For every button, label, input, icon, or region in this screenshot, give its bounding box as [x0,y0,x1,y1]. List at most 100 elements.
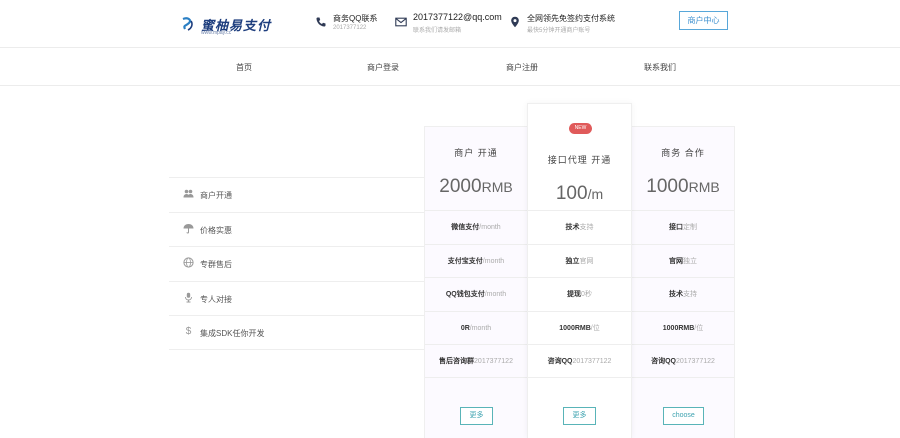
qq-contact-label: 商务QQ联系 [333,14,378,23]
plan-price-value: 1000 [646,176,689,197]
plan-price-unit: RMB [481,179,513,195]
plan-row-sub: /month [469,324,492,332]
plan-row-main: 售后咨询群 [439,358,475,365]
feature-label: 专人对接 [200,294,232,304]
plan-choose-button[interactable]: choose [663,407,704,425]
plan-row-sub: /位 [590,324,600,332]
plan-row-main: 咨询QQ [651,358,676,365]
plan-row-sub: /month [484,291,507,298]
plan-card-merchant: 商户 开通 2000RMB 微信支付/month 支付宝支付/month QQ钱… [424,126,528,438]
slogan-title: 全网领先免签约支付系统 [527,14,615,23]
plan-row-sub: 定制 [683,224,697,231]
plan-row: 售后咨询群2017377122 [425,344,527,378]
plan-row: 支付宝支付/month [425,243,527,278]
plan-row-main: 微信支付 [451,224,480,231]
plan-row-sub: 2017377122 [474,358,513,365]
site-header: 蜜柚易支付 www.mpay.cc 商务QQ联系 2017377122 2017… [0,0,900,48]
plan-row-main: 咨询QQ [547,358,573,365]
feature-label: 商户开通 [200,191,232,200]
person-icon [185,292,192,302]
new-badge: NEW [569,123,592,134]
plan-price: 1000RMB [632,176,734,198]
slogan-subtitle: 最快5分钟开通商户账号 [527,28,591,34]
plan-card-agent: NEW 接口代理 开通 100/m 技术支持 独立官网 提现0秒 1000RMB… [527,103,632,438]
mail-icon [395,17,407,27]
plan-row-main: 0R [460,324,470,332]
site-logo[interactable]: 蜜柚易支付 www.mpay.cc [180,14,270,36]
plan-row: 技术支持 [528,210,631,244]
qq-contact-value: 2017377122 [333,25,367,31]
plan-row: 咨询QQ2017377122 [528,344,631,378]
plan-row: 提现0秒 [528,277,631,311]
plan-row-main: QQ钱包支付 [445,291,485,298]
plan-price: 2000RMB [425,176,527,198]
feature-item: 价格实惠 [169,211,424,247]
merchant-center-button[interactable]: 商户中心 [679,11,728,30]
plan-row-sub: /位 [694,324,704,332]
feature-item: $ 集成SDK任你开发 [169,315,424,350]
plan-row-main: 技术 [565,224,580,231]
plan-row-sub: 支持 [579,224,594,231]
plan-row: 接口定制 [632,210,734,244]
plan-row-sub: /month [479,224,501,231]
plan-row: 微信支付/month [425,210,527,244]
plan-row-main: 技术 [669,291,683,298]
plan-row-main: 1000RMB [662,324,695,332]
plan-row: 1000RMB/位 [528,310,631,345]
plan-row: 独立官网 [528,243,631,278]
plan-price-unit: /m [587,186,604,202]
plan-row-sub: 支持 [683,291,697,298]
plan-row-sub: 官网 [579,257,594,265]
plan-row-sub: 0秒 [581,291,592,298]
feature-item: 商户开通 [169,177,424,212]
plan-row: QQ钱包支付/month [425,277,527,311]
plan-row: 1000RMB/位 [632,310,734,345]
plan-row-main: 接口 [669,224,683,231]
plan-row: 咨询QQ2017377122 [632,344,734,378]
plan-row-sub: 2017377122 [675,358,715,365]
nav-item-contact-us[interactable]: 联系我们 [644,62,676,73]
plan-price-value: 2000 [439,176,482,197]
plan-row-sub: /month [482,257,505,265]
plan-row-sub: 独立 [683,257,697,265]
plan-row-main: 支付宝支付 [447,257,483,265]
plan-row-main: 1000RMB [559,324,591,332]
plan-row: 0R/month [425,310,527,345]
plan-row-main: 官网 [669,257,683,265]
users-icon [183,189,194,198]
feature-item: 专人对接 [169,280,424,316]
plan-row-main: 独立 [565,257,580,265]
feature-item: 专群售后 [169,246,424,281]
plan-row-sub: 2017377122 [572,358,612,365]
globe-icon [183,257,194,268]
main-nav: 首页 商户登录 商户注册 联系我们 [0,48,900,86]
plan-price-value: 100 [555,183,588,204]
plan-more-button[interactable]: 更多 [460,407,493,425]
umbrella-icon [183,223,194,233]
plan-row: 技术支持 [632,277,734,311]
nav-item-merchant-register[interactable]: 商户注册 [506,62,538,73]
plan-title: 商户 开通 [454,148,498,158]
feature-label: 价格实惠 [200,225,232,235]
plan-more-button[interactable]: 更多 [563,407,596,425]
plan-title: 接口代理 开通 [547,155,612,165]
plan-price: 100/m [528,183,631,205]
plan-row: 官网独立 [632,243,734,278]
phone-icon [316,17,326,27]
logo-subtitle: www.mpay.cc [201,30,232,36]
plan-title: 商务 合作 [661,148,705,158]
plan-feature-rows: 技术支持 独立官网 提现0秒 1000RMB/位 咨询QQ2017377122 [528,210,631,378]
location-icon [511,16,519,28]
feature-label: 专群售后 [200,260,232,269]
dollar-icon: $ [185,326,192,337]
feature-label: 集成SDK任你开发 [200,329,265,338]
nav-item-merchant-login[interactable]: 商户登录 [367,62,399,73]
plan-feature-rows: 微信支付/month 支付宝支付/month QQ钱包支付/month 0R/m… [425,210,527,378]
logo-mark-icon [182,17,193,31]
plan-feature-rows: 接口定制 官网独立 技术支持 1000RMB/位 咨询QQ2017377122 [632,210,734,378]
feature-list: 商户开通 价格实惠 专群售后 专人对接 $ 集成SDK任你开发 [169,177,424,350]
email-address[interactable]: 2017377122@qq.com [413,12,502,22]
nav-item-home[interactable]: 首页 [236,62,252,73]
plan-row-main: 提现 [567,291,582,298]
plan-price-unit: RMB [688,179,720,195]
